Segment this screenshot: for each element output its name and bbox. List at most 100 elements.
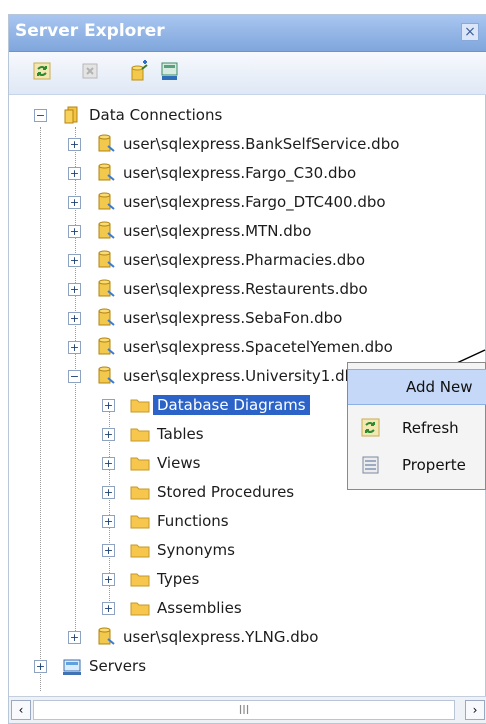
expand-toggle[interactable]: + bbox=[68, 195, 81, 209]
tree-item-label: user\sqlexpress.Restaurents.dbo bbox=[123, 280, 368, 298]
refresh-button[interactable] bbox=[31, 60, 53, 82]
menu-item-properties[interactable]: Properte bbox=[348, 447, 486, 483]
expand-toggle[interactable]: + bbox=[68, 630, 81, 644]
properties-icon bbox=[362, 456, 379, 474]
database-icon bbox=[98, 337, 115, 355]
tree-item-folder[interactable]: + Synonyms bbox=[102, 538, 235, 562]
folder-icon bbox=[130, 602, 150, 616]
expand-toggle[interactable]: + bbox=[68, 253, 81, 267]
horizontal-scrollbar[interactable]: ‹ III › bbox=[9, 696, 486, 723]
expand-toggle[interactable]: + bbox=[68, 282, 81, 296]
folder-icon bbox=[130, 544, 150, 558]
connect-database-icon bbox=[131, 60, 148, 81]
collapse-toggle[interactable]: − bbox=[34, 108, 47, 122]
tree-item-label: user\sqlexpress.MTN.dbo bbox=[123, 222, 312, 240]
tree-item-folder[interactable]: + Functions bbox=[102, 509, 229, 533]
tree-item-folder[interactable]: + Tables bbox=[102, 422, 204, 446]
tree-item-label: user\sqlexpress.University1.dbo bbox=[123, 367, 364, 385]
scroll-thumb[interactable]: III bbox=[33, 700, 455, 720]
expand-toggle[interactable]: + bbox=[68, 224, 81, 238]
expand-toggle[interactable]: + bbox=[102, 485, 115, 499]
tree-item-connection[interactable]: + user\sqlexpress.SpacetelYemen.dbo bbox=[68, 335, 393, 359]
expand-toggle[interactable]: + bbox=[68, 166, 81, 180]
scroll-right-button[interactable]: › bbox=[465, 700, 485, 720]
expand-toggle[interactable]: + bbox=[102, 427, 115, 441]
folder-icon bbox=[130, 573, 150, 587]
tree-item-label: Database Diagrams bbox=[153, 395, 310, 415]
folder-icon bbox=[130, 399, 150, 413]
database-icon bbox=[98, 279, 115, 297]
database-icon bbox=[98, 250, 115, 268]
tree-item-folder[interactable]: + Types bbox=[102, 567, 199, 591]
tree-item-folder[interactable]: + Assemblies bbox=[102, 596, 242, 620]
close-button[interactable]: × bbox=[461, 23, 479, 41]
connect-to-database-button[interactable] bbox=[129, 60, 151, 82]
context-menu: Add New Refresh Properte bbox=[347, 362, 486, 490]
menu-item-refresh[interactable]: Refresh bbox=[348, 410, 486, 446]
menu-item-label: Refresh bbox=[402, 419, 459, 437]
collapse-toggle[interactable]: − bbox=[68, 369, 81, 383]
window-title: Server Explorer bbox=[15, 21, 165, 41]
data-connections-icon bbox=[64, 106, 78, 124]
tree-item-connection[interactable]: + user\sqlexpress.Pharmacies.dbo bbox=[68, 248, 365, 272]
refresh-icon bbox=[33, 62, 51, 80]
expand-toggle[interactable]: + bbox=[102, 398, 115, 412]
tree-item-label: user\sqlexpress.BankSelfService.dbo bbox=[123, 135, 400, 153]
tree-item-label: Stored Procedures bbox=[157, 483, 295, 501]
expand-toggle[interactable]: + bbox=[102, 514, 115, 528]
tree-item-connection-expanded[interactable]: − user\sqlexpress.University1.dbo bbox=[68, 364, 363, 388]
stop-icon bbox=[82, 63, 98, 79]
folder-icon bbox=[130, 457, 150, 471]
database-icon bbox=[98, 627, 115, 645]
tree-item-folder[interactable]: + Stored Procedures bbox=[102, 480, 294, 504]
tree-item-connection[interactable]: + user\sqlexpress.Restaurents.dbo bbox=[68, 277, 368, 301]
tree-item-connection[interactable]: + user\sqlexpress.BankSelfService.dbo bbox=[68, 132, 399, 156]
tree-item-data-connections[interactable]: − Data Connections bbox=[34, 103, 222, 127]
servers-icon bbox=[63, 659, 81, 675]
database-icon bbox=[98, 308, 115, 326]
database-icon bbox=[98, 366, 115, 384]
tree-item-label: Tables bbox=[157, 425, 204, 443]
tree-item-connection[interactable]: + user\sqlexpress.Fargo_DTC400.dbo bbox=[68, 190, 386, 214]
tree-item-connection[interactable]: + user\sqlexpress.SebaFon.dbo bbox=[68, 306, 342, 330]
tree-item-database-diagrams[interactable]: + Database Diagrams bbox=[102, 393, 310, 417]
title-bar: Server Explorer × bbox=[9, 15, 486, 52]
folder-icon bbox=[130, 515, 150, 529]
tree-item-label: user\sqlexpress.Pharmacies.dbo bbox=[123, 251, 365, 269]
tree-item-label: Assemblies bbox=[157, 599, 242, 617]
tree-item-label: user\sqlexpress.SpacetelYemen.dbo bbox=[123, 338, 393, 356]
expand-toggle[interactable]: + bbox=[68, 340, 81, 354]
refresh-icon bbox=[361, 418, 380, 437]
tree-item-label: Functions bbox=[157, 512, 229, 530]
tree-item-connection[interactable]: + user\sqlexpress.Fargo_C30.dbo bbox=[68, 161, 356, 185]
database-icon bbox=[98, 221, 115, 239]
expand-toggle[interactable]: + bbox=[34, 659, 47, 673]
tree-line bbox=[40, 127, 41, 691]
menu-item-add-new[interactable]: Add New bbox=[348, 369, 486, 405]
database-icon bbox=[98, 163, 115, 181]
tree-item-label: user\sqlexpress.Fargo_C30.dbo bbox=[123, 164, 357, 182]
menu-item-label: Properte bbox=[402, 456, 466, 474]
tree-item-label: user\sqlexpress.SebaFon.dbo bbox=[123, 309, 343, 327]
folder-icon bbox=[130, 486, 150, 500]
menu-item-label: Add New bbox=[406, 378, 473, 396]
stop-button[interactable] bbox=[79, 60, 101, 82]
scroll-left-button[interactable]: ‹ bbox=[11, 700, 31, 720]
expand-toggle[interactable]: + bbox=[68, 137, 81, 151]
tree-item-label: Synonyms bbox=[157, 541, 235, 559]
expand-toggle[interactable]: + bbox=[102, 601, 115, 615]
tree-item-connection[interactable]: + user\sqlexpress.MTN.dbo bbox=[68, 219, 311, 243]
tree-item-label: Servers bbox=[89, 657, 147, 675]
connect-server-icon bbox=[161, 62, 178, 80]
tree-item-connection[interactable]: + user\sqlexpress.YLNG.dbo bbox=[68, 625, 318, 649]
tree-item-folder[interactable]: + Views bbox=[102, 451, 200, 475]
expand-toggle[interactable]: + bbox=[102, 572, 115, 586]
connect-to-server-button[interactable] bbox=[159, 60, 181, 82]
tree-item-servers[interactable]: + Servers bbox=[34, 654, 146, 678]
tree-item-label: user\sqlexpress.YLNG.dbo bbox=[123, 628, 319, 646]
expand-toggle[interactable]: + bbox=[102, 543, 115, 557]
expand-toggle[interactable]: + bbox=[68, 311, 81, 325]
expand-toggle[interactable]: + bbox=[102, 456, 115, 470]
database-icon bbox=[98, 192, 115, 210]
folder-icon bbox=[130, 428, 150, 442]
